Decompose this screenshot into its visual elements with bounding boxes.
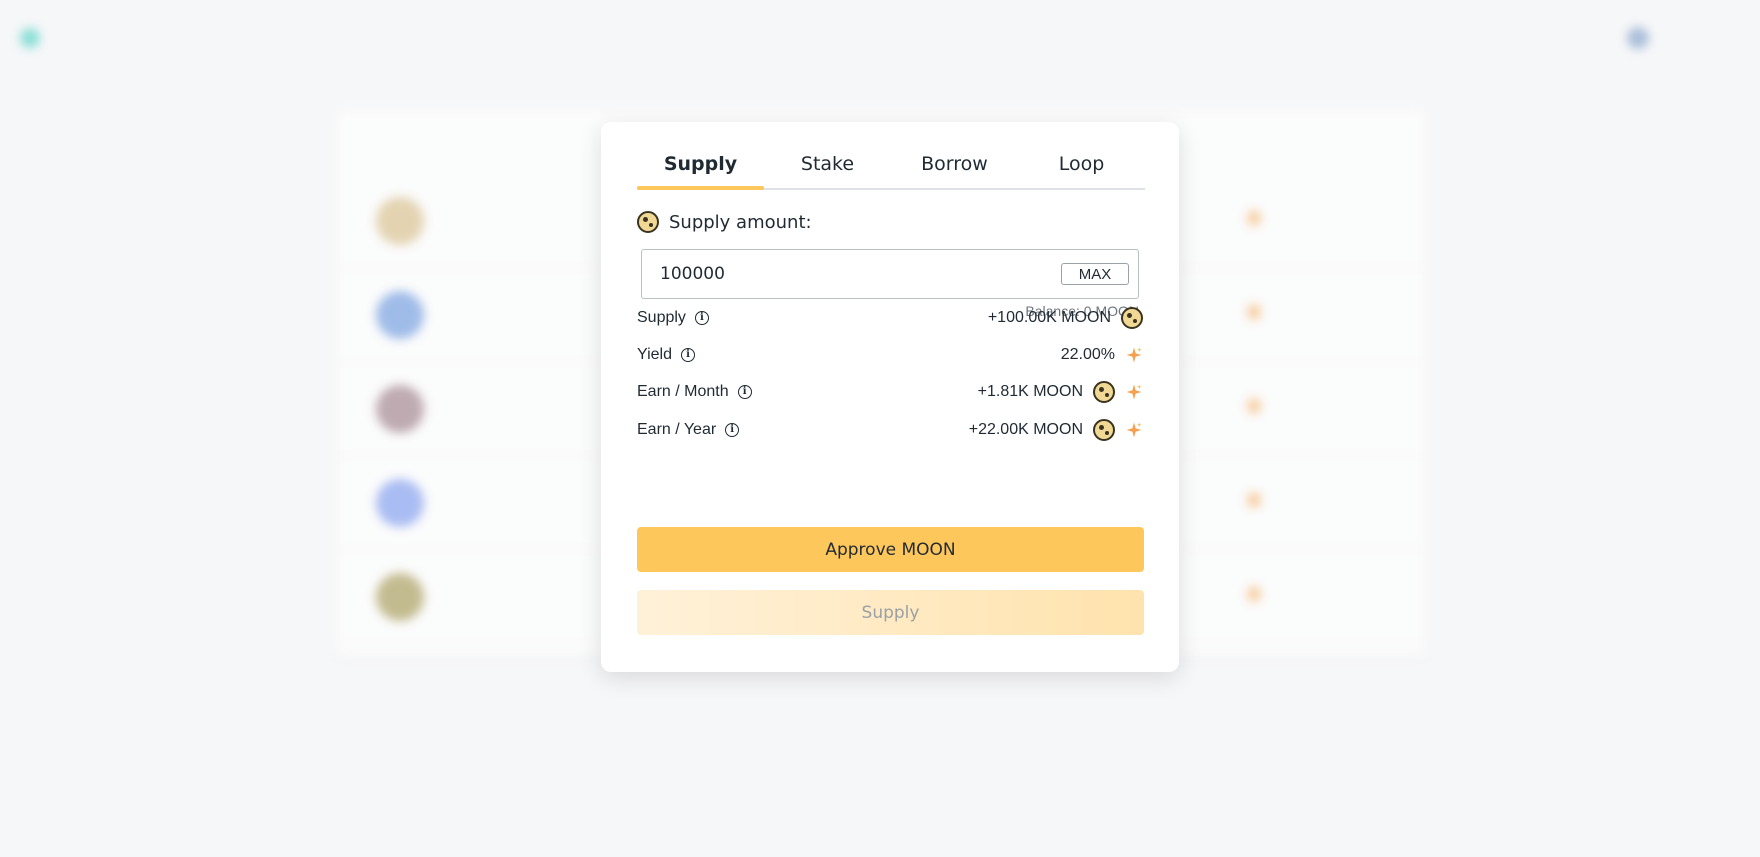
tab-borrow[interactable]: Borrow (891, 142, 1018, 188)
stat-value: +100.00K MOON (987, 309, 1111, 326)
stat-value: +1.81K MOON (977, 383, 1083, 400)
info-icon[interactable]: i (680, 348, 695, 362)
stat-value-group: 22.00% (1061, 346, 1143, 364)
max-button[interactable]: MAX (1061, 263, 1129, 285)
stat-value-group: +100.00K MOON (988, 307, 1143, 329)
stat-label: Earn / Year (637, 421, 717, 438)
stat-label: Earn / Month (637, 383, 729, 400)
info-icon[interactable]: i (737, 385, 752, 399)
sparkle-icon (1125, 346, 1143, 364)
tab-loop[interactable]: Loop (1018, 142, 1145, 188)
stat-value-group: +22.00K MOON (969, 419, 1143, 441)
moon-coin-icon (637, 211, 659, 233)
moon-coin-icon (1093, 381, 1115, 403)
stat-row-earn-year: Earn / Year i +22.00K MOON (637, 417, 1143, 443)
info-icon[interactable]: i (725, 423, 740, 437)
modal-tabs: Supply Stake Borrow Loop (637, 142, 1145, 190)
stat-value: +22.00K MOON (968, 421, 1083, 438)
stat-row-supply: Supply i +100.00K MOON (637, 305, 1143, 331)
moon-coin-icon (1093, 419, 1115, 441)
stat-label: Yield (637, 346, 672, 363)
stat-value-group: +1.81K MOON (978, 381, 1143, 403)
sparkle-icon (1125, 383, 1143, 401)
stat-label: Supply (637, 309, 686, 326)
stat-row-yield: Yield i 22.00% (637, 342, 1143, 368)
tab-stake[interactable]: Stake (764, 142, 891, 188)
amount-input[interactable] (660, 264, 1061, 284)
supply-amount-label: Supply amount: (669, 211, 812, 233)
stat-row-earn-month: Earn / Month i +1.81K MOON (637, 379, 1143, 405)
approve-button[interactable]: Approve MOON (637, 527, 1144, 572)
amount-field: MAX (641, 249, 1139, 299)
sparkle-icon (1125, 421, 1143, 439)
moon-coin-icon (1121, 307, 1143, 329)
tab-supply[interactable]: Supply (637, 142, 764, 190)
supply-modal: Supply Stake Borrow Loop Supply amount: … (601, 122, 1179, 672)
supply-button[interactable]: Supply (637, 590, 1144, 635)
info-icon[interactable]: i (694, 311, 709, 325)
supply-amount-label-row: Supply amount: (637, 211, 812, 233)
stat-value: 22.00% (1060, 346, 1115, 363)
